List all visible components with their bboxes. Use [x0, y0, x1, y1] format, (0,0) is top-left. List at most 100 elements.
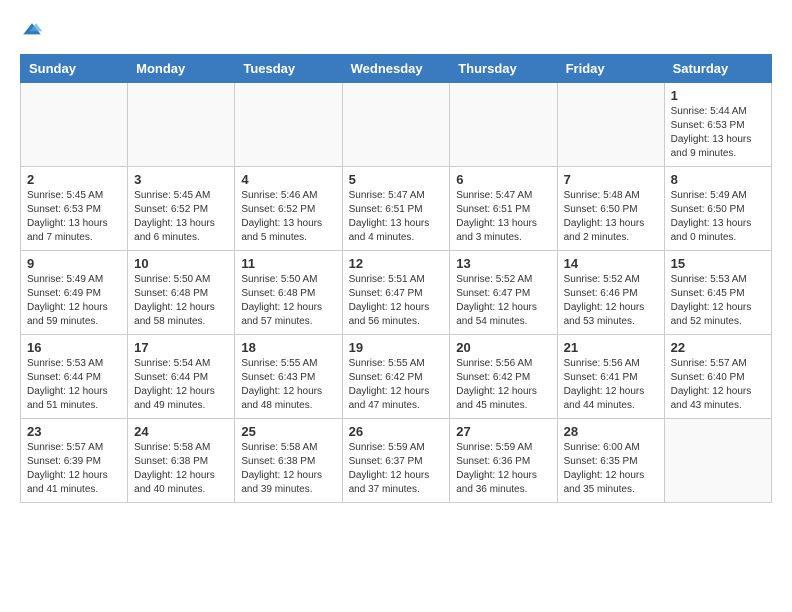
- day-number: 25: [241, 424, 335, 439]
- calendar-cell: 12 Sunrise: 5:51 AM Sunset: 6:47 PM Dayli…: [342, 251, 450, 335]
- day-info: Sunrise: 5:57 AM Sunset: 6:40 PM Dayligh…: [671, 357, 765, 413]
- day-number: 10: [134, 256, 228, 271]
- weekday-header-saturday: Saturday: [664, 55, 771, 83]
- calendar-week-row: 9 Sunrise: 5:49 AM Sunset: 6:49 PM Daylig…: [21, 251, 772, 335]
- calendar-cell: [21, 83, 128, 167]
- calendar-cell: 27 Sunrise: 5:59 AM Sunset: 6:36 PM Dayli…: [450, 419, 557, 503]
- day-number: 3: [134, 172, 228, 187]
- calendar-week-row: 16 Sunrise: 5:53 AM Sunset: 6:44 PM Dayli…: [21, 335, 772, 419]
- day-number: 4: [241, 172, 335, 187]
- day-number: 23: [27, 424, 121, 439]
- day-number: 5: [349, 172, 444, 187]
- calendar-cell: 24 Sunrise: 5:58 AM Sunset: 6:38 PM Dayli…: [128, 419, 235, 503]
- day-info: Sunrise: 5:56 AM Sunset: 6:42 PM Dayligh…: [456, 357, 550, 413]
- day-number: 14: [564, 256, 658, 271]
- calendar-cell: 1 Sunrise: 5:44 AM Sunset: 6:53 PM Daylig…: [664, 83, 771, 167]
- day-info: Sunrise: 5:55 AM Sunset: 6:42 PM Dayligh…: [349, 357, 444, 413]
- day-number: 9: [27, 256, 121, 271]
- day-info: Sunrise: 5:59 AM Sunset: 6:37 PM Dayligh…: [349, 441, 444, 497]
- calendar-cell: [557, 83, 664, 167]
- calendar-cell: 7 Sunrise: 5:48 AM Sunset: 6:50 PM Daylig…: [557, 167, 664, 251]
- calendar-cell: [450, 83, 557, 167]
- day-info: Sunrise: 6:00 AM Sunset: 6:35 PM Dayligh…: [564, 441, 658, 497]
- day-info: Sunrise: 5:46 AM Sunset: 6:52 PM Dayligh…: [241, 189, 335, 245]
- day-number: 17: [134, 340, 228, 355]
- calendar-cell: [342, 83, 450, 167]
- calendar-cell: 26 Sunrise: 5:59 AM Sunset: 6:37 PM Dayli…: [342, 419, 450, 503]
- day-number: 2: [27, 172, 121, 187]
- day-info: Sunrise: 5:49 AM Sunset: 6:50 PM Dayligh…: [671, 189, 765, 245]
- day-info: Sunrise: 5:58 AM Sunset: 6:38 PM Dayligh…: [241, 441, 335, 497]
- day-number: 7: [564, 172, 658, 187]
- calendar-cell: 21Sunrise: 5:56 AM Sunset: 6:41 PM Dayli…: [557, 335, 664, 419]
- logo: [20, 20, 48, 44]
- weekday-header-sunday: Sunday: [21, 55, 128, 83]
- calendar-table: SundayMondayTuesdayWednesdayThursdayFrid…: [20, 54, 772, 503]
- day-number: 18: [241, 340, 335, 355]
- day-number: 12: [349, 256, 444, 271]
- day-info: Sunrise: 5:47 AM Sunset: 6:51 PM Dayligh…: [456, 189, 550, 245]
- calendar-cell: 20 Sunrise: 5:56 AM Sunset: 6:42 PM Dayli…: [450, 335, 557, 419]
- day-info: Sunrise: 5:57 AM Sunset: 6:39 PM Dayligh…: [27, 441, 121, 497]
- day-info: Sunrise: 5:54 AM Sunset: 6:44 PM Dayligh…: [134, 357, 228, 413]
- weekday-header-row: SundayMondayTuesdayWednesdayThursdayFrid…: [21, 55, 772, 83]
- day-info: Sunrise: 5:52 AM Sunset: 6:46 PM Dayligh…: [564, 273, 658, 329]
- day-info: Sunrise: 5:50 AM Sunset: 6:48 PM Dayligh…: [134, 273, 228, 329]
- day-number: 16: [27, 340, 121, 355]
- day-number: 24: [134, 424, 228, 439]
- day-number: 19: [349, 340, 444, 355]
- calendar-cell: 22Sunrise: 5:57 AM Sunset: 6:40 PM Dayli…: [664, 335, 771, 419]
- calendar-week-row: 2 Sunrise: 5:45 AM Sunset: 6:53 PM Daylig…: [21, 167, 772, 251]
- day-number: 21: [564, 340, 658, 355]
- day-info: Sunrise: 5:53 AM Sunset: 6:44 PM Dayligh…: [27, 357, 121, 413]
- day-number: 1: [671, 88, 765, 103]
- day-number: 27: [456, 424, 550, 439]
- day-info: Sunrise: 5:49 AM Sunset: 6:49 PM Dayligh…: [27, 273, 121, 329]
- calendar-cell: 6 Sunrise: 5:47 AM Sunset: 6:51 PM Daylig…: [450, 167, 557, 251]
- calendar-cell: 25 Sunrise: 5:58 AM Sunset: 6:38 PM Dayli…: [235, 419, 342, 503]
- calendar-cell: 13 Sunrise: 5:52 AM Sunset: 6:47 PM Dayli…: [450, 251, 557, 335]
- day-number: 26: [349, 424, 444, 439]
- day-info: Sunrise: 5:48 AM Sunset: 6:50 PM Dayligh…: [564, 189, 658, 245]
- day-info: Sunrise: 5:45 AM Sunset: 6:52 PM Dayligh…: [134, 189, 228, 245]
- calendar-cell: [128, 83, 235, 167]
- day-info: Sunrise: 5:45 AM Sunset: 6:53 PM Dayligh…: [27, 189, 121, 245]
- calendar-cell: [235, 83, 342, 167]
- calendar-cell: 15Sunrise: 5:53 AM Sunset: 6:45 PM Dayli…: [664, 251, 771, 335]
- day-info: Sunrise: 5:47 AM Sunset: 6:51 PM Dayligh…: [349, 189, 444, 245]
- calendar-cell: 4 Sunrise: 5:46 AM Sunset: 6:52 PM Daylig…: [235, 167, 342, 251]
- day-number: 6: [456, 172, 550, 187]
- day-number: 20: [456, 340, 550, 355]
- day-number: 28: [564, 424, 658, 439]
- day-info: Sunrise: 5:44 AM Sunset: 6:53 PM Dayligh…: [671, 105, 765, 161]
- calendar-cell: [664, 419, 771, 503]
- calendar-cell: 3 Sunrise: 5:45 AM Sunset: 6:52 PM Daylig…: [128, 167, 235, 251]
- day-info: Sunrise: 5:58 AM Sunset: 6:38 PM Dayligh…: [134, 441, 228, 497]
- day-number: 13: [456, 256, 550, 271]
- day-info: Sunrise: 5:59 AM Sunset: 6:36 PM Dayligh…: [456, 441, 550, 497]
- calendar-week-row: 23 Sunrise: 5:57 AM Sunset: 6:39 PM Dayli…: [21, 419, 772, 503]
- calendar-week-row: 1 Sunrise: 5:44 AM Sunset: 6:53 PM Daylig…: [21, 83, 772, 167]
- day-number: 8: [671, 172, 765, 187]
- weekday-header-friday: Friday: [557, 55, 664, 83]
- calendar-cell: 19 Sunrise: 5:55 AM Sunset: 6:42 PM Dayli…: [342, 335, 450, 419]
- weekday-header-thursday: Thursday: [450, 55, 557, 83]
- calendar-cell: 9 Sunrise: 5:49 AM Sunset: 6:49 PM Daylig…: [21, 251, 128, 335]
- calendar-cell: 8 Sunrise: 5:49 AM Sunset: 6:50 PM Daylig…: [664, 167, 771, 251]
- page-header: [20, 20, 772, 44]
- calendar-cell: 28 Sunrise: 6:00 AM Sunset: 6:35 PM Dayli…: [557, 419, 664, 503]
- calendar-cell: 14 Sunrise: 5:52 AM Sunset: 6:46 PM Dayli…: [557, 251, 664, 335]
- day-number: 15: [671, 256, 765, 271]
- day-info: Sunrise: 5:52 AM Sunset: 6:47 PM Dayligh…: [456, 273, 550, 329]
- day-info: Sunrise: 5:50 AM Sunset: 6:48 PM Dayligh…: [241, 273, 335, 329]
- weekday-header-monday: Monday: [128, 55, 235, 83]
- weekday-header-wednesday: Wednesday: [342, 55, 450, 83]
- calendar-cell: 11Sunrise: 5:50 AM Sunset: 6:48 PM Dayli…: [235, 251, 342, 335]
- day-info: Sunrise: 5:51 AM Sunset: 6:47 PM Dayligh…: [349, 273, 444, 329]
- weekday-header-tuesday: Tuesday: [235, 55, 342, 83]
- calendar-cell: 17 Sunrise: 5:54 AM Sunset: 6:44 PM Dayli…: [128, 335, 235, 419]
- calendar-cell: 5 Sunrise: 5:47 AM Sunset: 6:51 PM Daylig…: [342, 167, 450, 251]
- calendar-cell: 16 Sunrise: 5:53 AM Sunset: 6:44 PM Dayli…: [21, 335, 128, 419]
- calendar-cell: 18Sunrise: 5:55 AM Sunset: 6:43 PM Dayli…: [235, 335, 342, 419]
- logo-icon: [20, 20, 44, 44]
